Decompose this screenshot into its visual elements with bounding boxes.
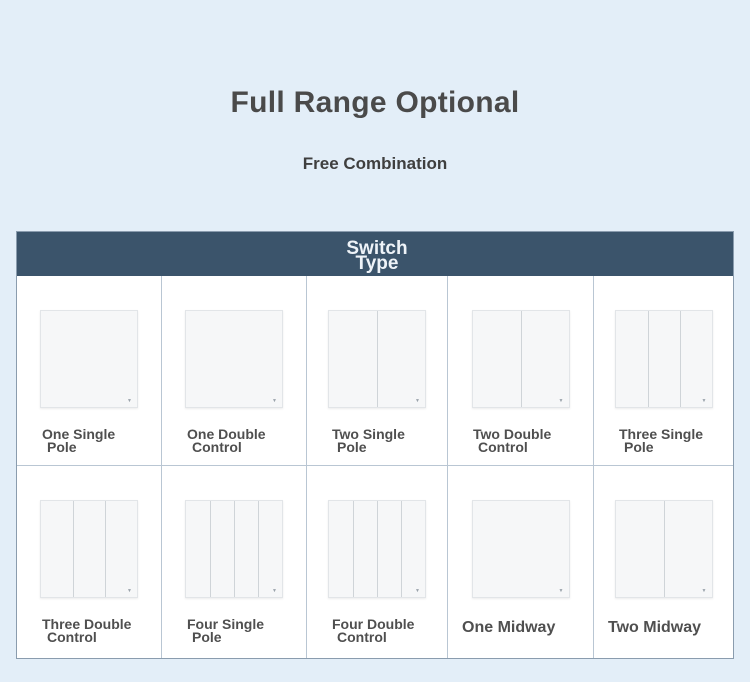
switch-type-panel: Switch Type ▼ One Single Pole ▼ One Double Co… [16, 231, 734, 659]
switch-option-label-line2: Pole [337, 439, 367, 455]
brand-logo-icon: ▼ [415, 588, 420, 594]
switch-grid: ▼ One Single Pole ▼ One Double Control ▼ Two Si… [17, 276, 733, 658]
switch-option-card[interactable]: ▼ Two Double Control [448, 276, 594, 466]
page-subtitle: Free Combination [302, 154, 448, 173]
gang-divider [663, 501, 665, 597]
switch-option-label-line2: Control [337, 629, 387, 645]
switch-option-label: Four Double Control [332, 617, 447, 645]
switch-plate-image: ▼ [40, 310, 138, 408]
panel-header: Switch Type [17, 232, 733, 276]
switch-plate-image: ▼ [614, 310, 713, 408]
switch-option-card[interactable]: ▼ One Double Control [162, 276, 307, 466]
switch-option-label: One Double Control [187, 427, 302, 455]
brand-logo-icon: ▼ [701, 398, 707, 404]
gang-divider [73, 501, 74, 597]
switch-option-card[interactable]: ▼ One Single Pole [17, 276, 162, 466]
gang-divider [377, 311, 378, 407]
switch-option-label: Two Single Pole [332, 427, 447, 455]
switch-plate-image: ▼ [471, 500, 570, 598]
switch-option-label: Two Double Control [473, 427, 588, 455]
brand-logo-icon: ▼ [127, 588, 132, 594]
switch-option-label-line2: Pole [624, 439, 654, 455]
switch-option-label-line2: Control [192, 439, 242, 455]
switch-plate-image: ▼ [40, 500, 138, 598]
brand-logo-icon: ▼ [415, 398, 420, 404]
gang-divider [520, 311, 522, 407]
brand-logo-icon: ▼ [558, 588, 564, 594]
switch-option-label: Three Single Pole [619, 427, 734, 455]
switch-plate-image: ▼ [328, 500, 426, 598]
gang-divider [377, 501, 378, 597]
switch-option-card[interactable]: ▼ Four Double Control [307, 466, 448, 658]
switch-option-card[interactable]: ▼ Two Midway [594, 466, 733, 658]
switch-option-label-line2: Control [47, 629, 97, 645]
switch-option-label: One Midway [462, 619, 577, 636]
switch-option-label: Four Single Pole [187, 617, 302, 645]
panel-header-label: Switch Type [346, 238, 408, 274]
switch-option-card[interactable]: ▼ Three Single Pole [594, 276, 733, 466]
switch-plate-image: ▼ [185, 500, 283, 598]
gang-divider [210, 501, 211, 597]
switch-plate-image: ▼ [328, 310, 426, 408]
brand-logo-icon: ▼ [272, 588, 277, 594]
switch-option-label: One Single Pole [42, 427, 157, 455]
brand-logo-icon: ▼ [701, 588, 707, 594]
gang-divider [234, 501, 235, 597]
gang-divider [353, 501, 354, 597]
switch-option-card[interactable]: ▼ Four Single Pole [162, 466, 307, 658]
switch-option-label-line2: Pole [47, 439, 77, 455]
gang-divider [258, 501, 259, 597]
switch-option-card[interactable]: ▼ Two Single Pole [307, 276, 448, 466]
switch-option-card[interactable]: ▼ Three Double Control [17, 466, 162, 658]
brand-logo-icon: ▼ [558, 398, 564, 404]
switch-option-label: Two Midway [608, 619, 723, 636]
gang-divider [105, 501, 106, 597]
page-title: Full Range Optional [230, 86, 520, 119]
switch-option-label-line1: Two Midway [608, 619, 702, 636]
switch-option-label-line1: One Midway [462, 619, 556, 636]
switch-option-label-line2: Pole [192, 629, 222, 645]
switch-option-card[interactable]: ▼ One Midway [448, 466, 594, 658]
switch-plate-image: ▼ [614, 500, 713, 598]
brand-logo-icon: ▼ [272, 398, 277, 404]
brand-logo-icon: ▼ [127, 398, 132, 404]
gang-divider [647, 311, 649, 407]
switch-plate-image: ▼ [471, 310, 570, 408]
switch-option-label: Three Double Control [42, 617, 157, 645]
gang-divider [401, 501, 402, 597]
switch-plate-image: ▼ [185, 310, 283, 408]
switch-option-label-line2: Control [478, 439, 528, 455]
gang-divider [679, 311, 681, 407]
